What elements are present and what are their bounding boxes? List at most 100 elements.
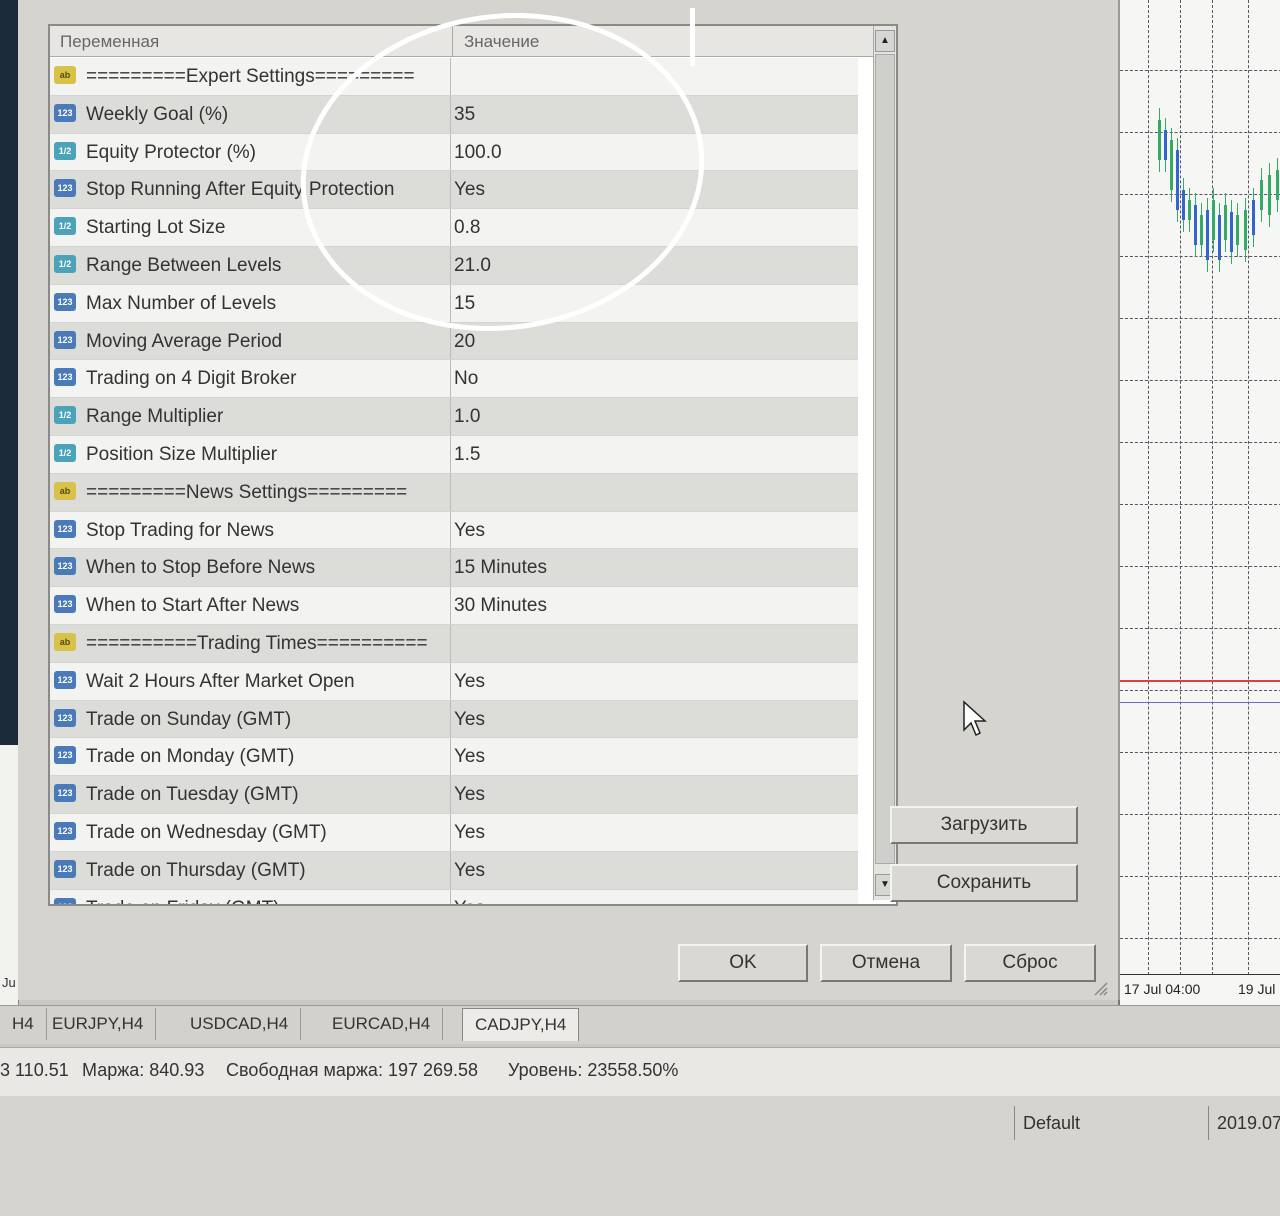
chart-tab[interactable]: USDCAD,H4: [178, 1008, 302, 1040]
string-type-icon: ab: [54, 66, 76, 84]
chart-grid-line: [1120, 442, 1280, 443]
double-type-icon: 1/2: [54, 406, 76, 425]
table-row[interactable]: 123 Trade on Monday (GMT) Yes: [50, 738, 858, 777]
integer-type-icon: 123: [54, 708, 76, 727]
account-status-bar: 3 110.51 Маржа: 840.93 Свободная маржа: …: [0, 1047, 1280, 1097]
load-button[interactable]: Загрузить: [890, 806, 1078, 844]
integer-type-icon: 123: [54, 859, 76, 878]
param-value[interactable]: 20: [454, 331, 475, 353]
price-chart[interactable]: 17 Jul 04:00 19 Jul: [1118, 0, 1280, 1005]
candle: [1244, 210, 1247, 250]
candle: [1176, 150, 1179, 210]
chart-grid-line: [1120, 690, 1280, 691]
param-name: Range Between Levels: [86, 254, 282, 276]
chart-time-fragment: Ju: [2, 975, 16, 990]
vertical-scrollbar[interactable]: ▲ ▼: [873, 26, 896, 900]
scroll-up-arrow-icon[interactable]: ▲: [875, 30, 895, 52]
cancel-button[interactable]: Отмена: [820, 944, 952, 982]
scroll-thumb[interactable]: [875, 54, 895, 864]
chart-tab[interactable]: CADJPY,H4: [462, 1008, 580, 1041]
table-row[interactable]: 123 Stop Trading for News Yes: [50, 511, 858, 550]
chart-grid-line: [1120, 256, 1280, 257]
candle: [1230, 212, 1233, 252]
reset-button[interactable]: Сброс: [964, 944, 1096, 982]
param-name: When to Start After News: [86, 595, 300, 617]
param-value[interactable]: 1.0: [454, 406, 480, 428]
integer-type-icon: 123: [54, 595, 76, 614]
table-row[interactable]: 123 When to Stop Before News 15 Minutes: [50, 549, 858, 588]
background-chart-left-lower: Ju: [0, 745, 19, 1005]
integer-type-icon: 123: [54, 103, 76, 122]
chart-grid-line: [1148, 0, 1149, 975]
param-name: Trade on Wednesday (GMT): [86, 821, 327, 843]
param-value[interactable]: Yes: [454, 898, 485, 904]
param-value[interactable]: Yes: [454, 671, 485, 693]
param-value[interactable]: Yes: [454, 746, 485, 768]
integer-type-icon: 123: [54, 519, 76, 538]
table-row[interactable]: 123 Wait 2 Hours After Market Open Yes: [50, 662, 858, 701]
chart-tab[interactable]: EURCAD,H4: [320, 1008, 444, 1040]
integer-type-icon: 123: [54, 746, 76, 765]
string-type-icon: ab: [54, 632, 76, 651]
candle: [1188, 200, 1191, 220]
chart-grid-line: [1120, 504, 1280, 505]
header-variable[interactable]: Переменная: [60, 32, 159, 52]
resize-grip-icon[interactable]: [1092, 980, 1108, 996]
chart-grid-line: [1120, 628, 1280, 629]
table-row[interactable]: 1/2 Position Size Multiplier 1.5: [50, 435, 858, 474]
param-value[interactable]: Yes: [454, 520, 485, 542]
integer-type-icon: 123: [54, 368, 76, 387]
param-name: Trading on 4 Digit Broker: [86, 368, 297, 390]
param-value[interactable]: 30 Minutes: [454, 595, 547, 617]
table-row[interactable]: ab ==========Trading Times==========: [50, 624, 858, 663]
table-row[interactable]: ab =========News Settings=========: [50, 473, 858, 512]
param-value[interactable]: Yes: [454, 784, 485, 806]
param-value[interactable]: Yes: [454, 822, 485, 844]
integer-type-icon: 123: [54, 292, 76, 311]
param-name: Trade on Friday (GMT): [86, 898, 280, 904]
free-margin-text: Свободная маржа: 197 269.58: [226, 1060, 479, 1080]
double-type-icon: 1/2: [54, 443, 76, 462]
param-value[interactable]: Yes: [454, 860, 485, 882]
candle: [1236, 215, 1239, 245]
chart-grid-line: [1120, 814, 1280, 815]
param-value[interactable]: No: [454, 368, 478, 390]
integer-type-icon: 123: [54, 670, 76, 689]
annotation-stroke: [690, 8, 695, 66]
chart-grid-line: [1120, 132, 1280, 133]
ok-button[interactable]: OK: [678, 944, 808, 982]
table-row[interactable]: 123 Trading on 4 Digit Broker No: [50, 360, 858, 399]
time-label: 17 Jul 04:00: [1124, 981, 1201, 997]
candle: [1200, 215, 1203, 245]
chart-grid-line: [1248, 0, 1249, 975]
integer-type-icon: 123: [54, 330, 76, 349]
price-level-line: [1120, 680, 1280, 682]
table-row[interactable]: 123 Trade on Friday (GMT) Yes: [50, 889, 858, 904]
chart-time-axis: 17 Jul 04:00 19 Jul: [1120, 974, 1280, 1005]
chart-grid-line: [1120, 70, 1280, 71]
candle: [1224, 205, 1227, 240]
table-row[interactable]: 123 Trade on Thursday (GMT) Yes: [50, 851, 858, 890]
param-name: Trade on Tuesday (GMT): [86, 784, 299, 806]
profile-name[interactable]: Default: [1014, 1106, 1203, 1140]
param-name: Position Size Multiplier: [86, 443, 278, 465]
param-name: Moving Average Period: [86, 330, 283, 352]
candle: [1164, 130, 1167, 160]
param-value[interactable]: Yes: [454, 709, 485, 731]
table-row[interactable]: 123 Trade on Wednesday (GMT) Yes: [50, 813, 858, 852]
table-row[interactable]: 1/2 Range Multiplier 1.0: [50, 398, 858, 436]
save-button[interactable]: Сохранить: [890, 864, 1078, 902]
table-row[interactable]: 123 Trade on Tuesday (GMT) Yes: [50, 776, 858, 814]
param-value[interactable]: 1.5: [454, 444, 480, 466]
chart-tab[interactable]: EURJPY,H4: [40, 1008, 157, 1040]
param-name: Range Multiplier: [86, 406, 224, 428]
table-row[interactable]: 123 When to Start After News 30 Minutes: [50, 587, 858, 625]
candle: [1194, 205, 1197, 245]
candle: [1212, 200, 1215, 240]
table-row[interactable]: 123 Trade on Sunday (GMT) Yes: [50, 700, 858, 739]
candle: [1252, 200, 1255, 235]
candle: [1218, 215, 1221, 260]
param-value[interactable]: 15 Minutes: [454, 557, 547, 579]
background-chart-left: [0, 0, 18, 745]
candle: [1260, 180, 1263, 210]
